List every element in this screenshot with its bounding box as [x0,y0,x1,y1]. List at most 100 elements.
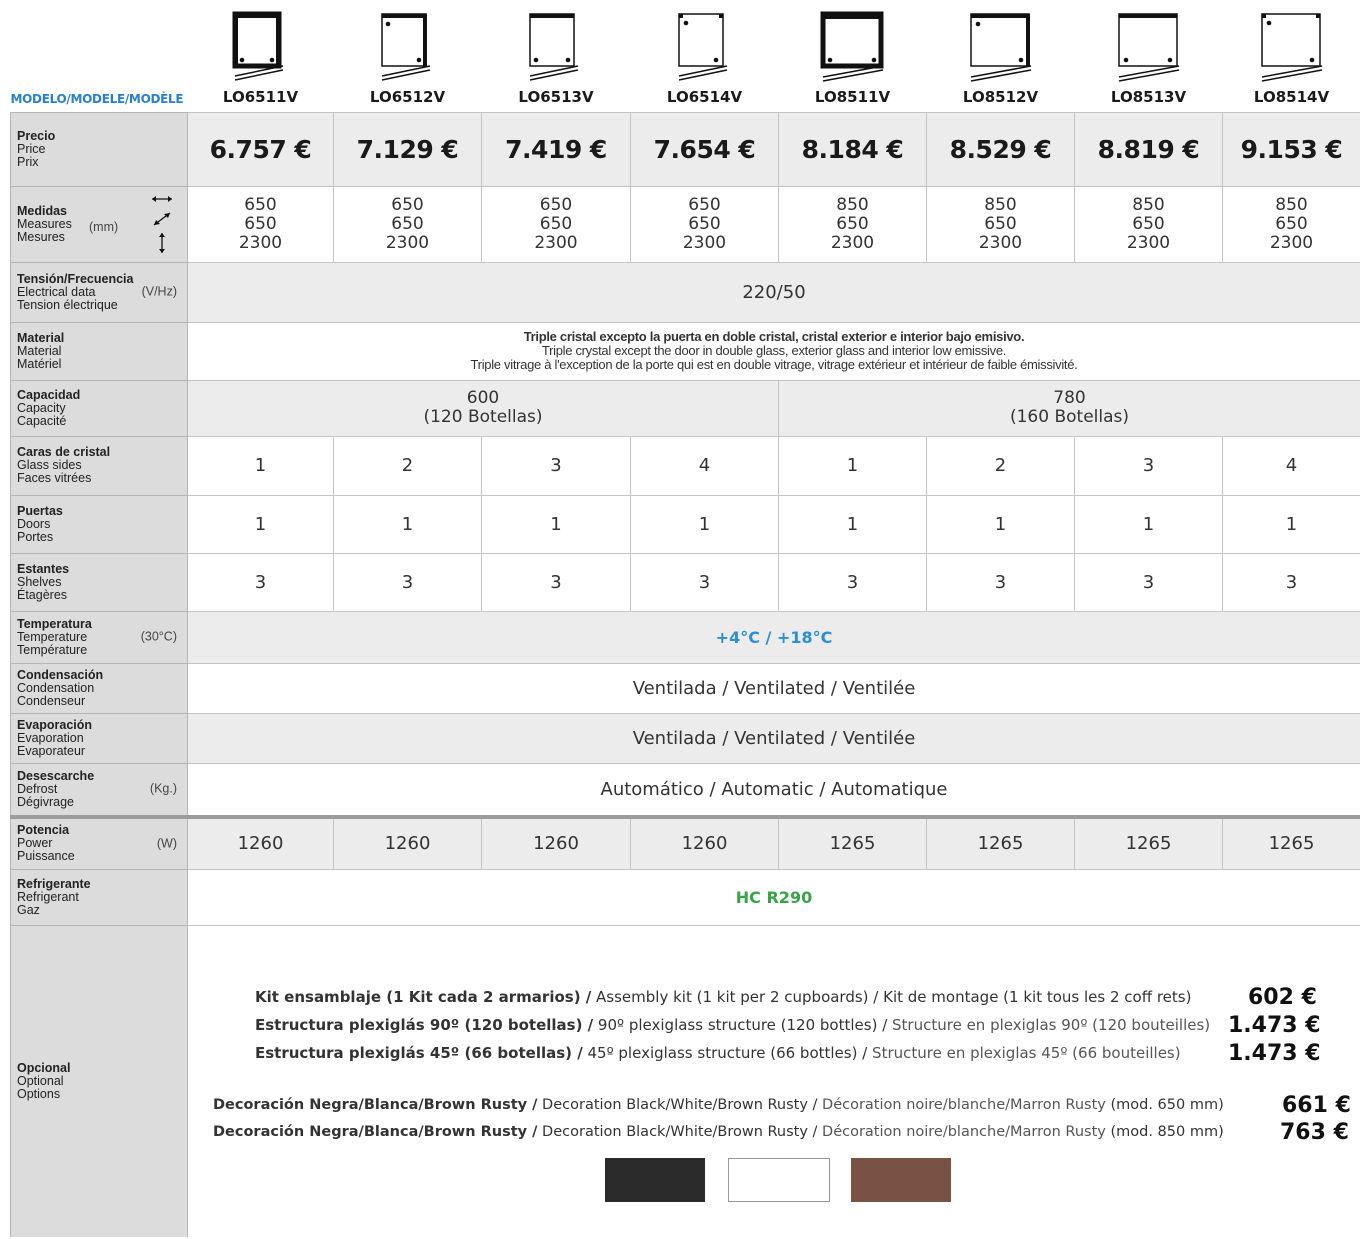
dimension-arrows-icon [152,195,172,253]
decoration-850: Decoración Negra/Blanca/Brown Rusty / De… [213,1124,1224,1140]
power-cell: 1265 [1074,815,1223,870]
model-code: LO8511V [814,87,891,106]
model-col-5: LO8511V [779,0,927,112]
doors-cell: 1 [630,494,779,554]
material-value: Triple cristal excepto la puerta en dobl… [187,321,1360,381]
power-cell: 1265 [778,815,927,870]
measures-cell: 650 650 2300 [333,185,482,263]
label-puertas: Puertas Doors Portes [10,494,188,554]
cabinet-3-glass-icon [1117,12,1179,82]
model-code: LO8512V [962,87,1039,106]
price-cell: 7.419 € [481,111,631,187]
cabinet-1-glass-icon [232,11,283,81]
price-cell: 8.529 € [926,111,1075,187]
condensation-value: Ventilada / Ventilated / Ventilée [187,662,1360,714]
power-cell: 1260 [481,815,631,870]
shelves-cell: 3 [187,552,334,612]
doors-cell: 1 [481,494,631,554]
cabinet-4-glass-icon [677,12,727,81]
cabinet-2-glass-icon [969,12,1031,82]
capacity-850: 780 (160 Botellas) [778,379,1360,437]
doors-cell: 1 [926,494,1075,554]
model-code: LO8514V [1253,87,1330,106]
model-col-7: LO8513V [1075,0,1223,112]
row-desescarche: Desescarche Defrost Dégivrage (Kg.) Automát… [10,762,1360,818]
shelves-cell: 3 [1222,552,1360,612]
label-precio: Precio Price Prix [10,111,188,187]
label-caras: Caras de cristal Glass sides Faces vitrées [10,435,188,496]
decoration-650-price: 661 € [1282,1093,1351,1118]
model-code: LO6514V [666,87,743,106]
glass-sides-cell: 1 [778,435,927,496]
swatch-white [728,1158,830,1202]
row-medidas: Medidas Measures Mesures (mm) 650 650 2300 65… [10,185,1360,263]
power-cell: 1260 [187,815,334,870]
power-cell: 1260 [630,815,779,870]
price-cell: 9.153 € [1222,111,1360,187]
label-material: Material Material Matériel [10,321,188,381]
cabinet-3-glass-icon [529,12,579,81]
doors-cell: 1 [187,494,334,554]
doors-cell: 1 [778,494,927,554]
measures-cell: 850 650 2300 [926,185,1075,263]
label-temperatura: Temperatura Temperature Température (30°C) [10,610,188,664]
label-potencia: Potencia Power Puissance (W) [10,815,188,870]
row-refrigerante: Refrigerante Refrigerant Gaz HC R290 [10,868,1360,926]
row-precio: Precio Price Prix 6.757 € 7.129 € 7.419 € … [10,111,1360,187]
glass-sides-cell: 1 [187,435,334,496]
measures-cell: 650 650 2300 [630,185,779,263]
decoration-650: Decoración Negra/Blanca/Brown Rusty / De… [213,1097,1224,1113]
evaporation-value: Ventilada / Ventilated / Ventilée [187,712,1360,764]
row-estantes: Estantes Shelves Étagères 3 3 3 3 3 3 3 3 [10,552,1360,612]
model-code: LO6513V [518,87,594,106]
price-cell: 6.757 € [187,111,334,187]
doors-cell: 1 [333,494,482,554]
price-cell: 8.819 € [1074,111,1223,187]
measures-cell: 850 650 2300 [1074,185,1223,263]
label-opcional: Opcional Optional Options [10,924,188,1237]
option-assembly-kit-price: 602 € [1248,985,1317,1010]
shelves-cell: 3 [1074,552,1223,612]
price-cell: 7.654 € [630,111,779,187]
price-cell: 8.184 € [778,111,927,187]
decoration-850-price: 763 € [1280,1120,1349,1145]
glass-sides-cell: 3 [481,435,631,496]
row-puertas: Puertas Doors Portes 1 1 1 1 1 1 1 1 [10,494,1360,554]
model-code: LO8513V [1110,87,1187,106]
label-evaporacion: Evaporación Evaporation Evaporateur [10,712,188,764]
glass-sides-cell: 4 [630,435,779,496]
option-plexiglass-45-price: 1.473 € [1228,1041,1321,1066]
doors-cell: 1 [1222,494,1360,554]
shelves-cell: 3 [333,552,482,612]
defrost-value: Automático / Automatic / Automatique [187,762,1360,818]
model-col-4: LO6514V [631,0,779,112]
model-col-3: LO6513V [482,0,631,112]
glass-sides-cell: 2 [333,435,482,496]
row-material: Material Material Matériel Triple cristal … [10,321,1360,381]
tension-value: 220/50 [187,261,1360,323]
option-plexiglass-45: Estructura plexiglás 45º (66 botellas) /… [255,1044,1181,1062]
option-plexiglass-90-price: 1.473 € [1228,1013,1321,1038]
capacity-650: 600 (120 Botellas) [187,379,779,437]
glass-sides-cell: 3 [1074,435,1223,496]
model-col-8: LO8514V [1223,0,1360,112]
measures-cell: 850 650 2300 [1222,185,1360,263]
label-capacidad: Capacidad Capacity Capacité [10,379,188,437]
power-cell: 1260 [333,815,482,870]
cabinet-1-glass-icon [820,11,883,82]
label-estantes: Estantes Shelves Étagères [10,552,188,612]
shelves-cell: 3 [778,552,927,612]
measures-cell: 850 650 2300 [778,185,927,263]
temperature-value: +4°C / +18°C [187,610,1360,664]
model-code: LO6512V [369,87,446,106]
measures-cell: 650 650 2300 [187,185,334,263]
label-tension: Tensión/Frecuencia Electrical data Tension… [10,261,188,323]
glass-sides-cell: 4 [1222,435,1360,496]
row-caras: Caras de cristal Glass sides Faces vitrées… [10,435,1360,496]
option-assembly-kit: Kit ensamblaje (1 Kit cada 2 armarios) /… [255,988,1192,1006]
label-refrigerante: Refrigerante Refrigerant Gaz [10,868,188,926]
model-col-6: LO8512V [927,0,1075,112]
measures-cell: 650 650 2300 [481,185,631,263]
price-cell: 7.129 € [333,111,482,187]
doors-cell: 1 [1074,494,1223,554]
